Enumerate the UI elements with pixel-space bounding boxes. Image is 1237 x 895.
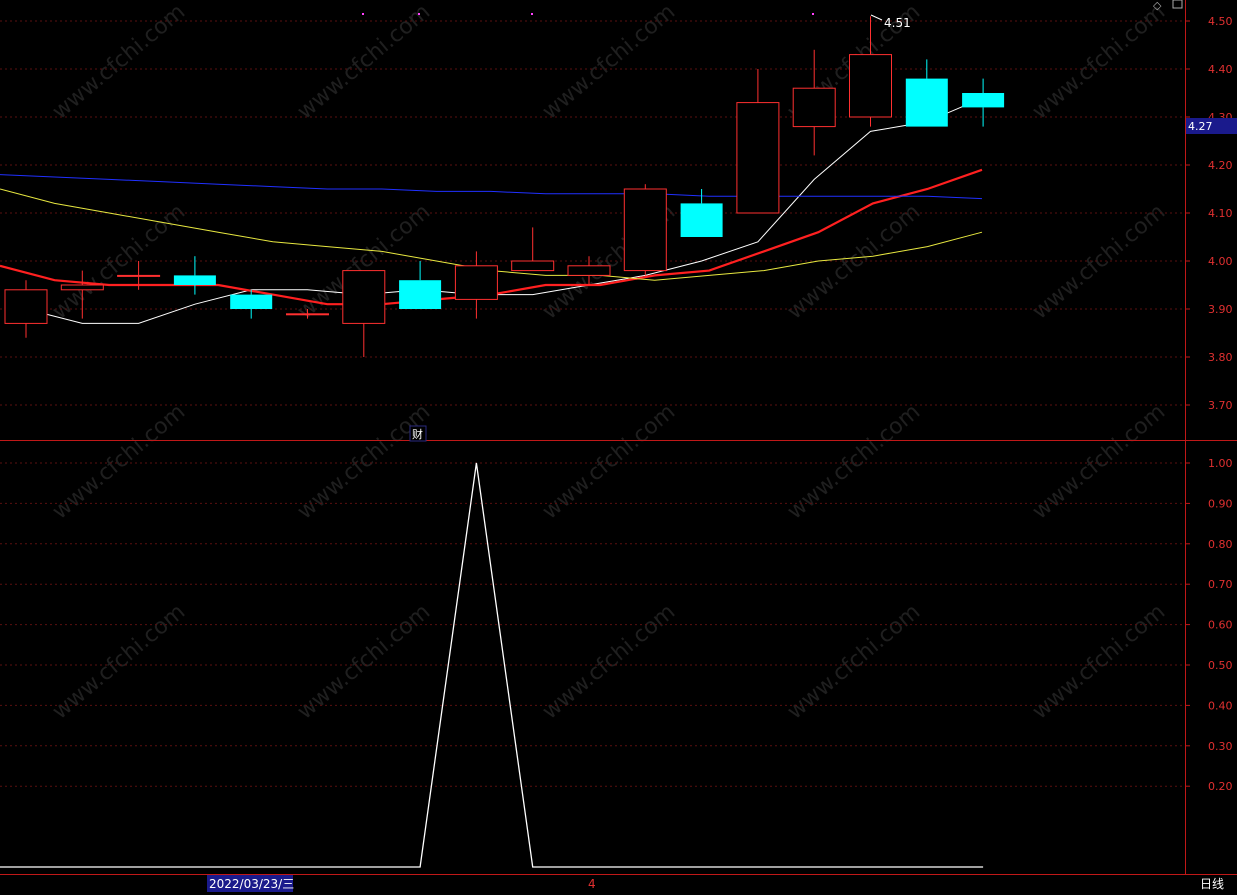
watermark-text: www.cfchi.com bbox=[293, 399, 435, 524]
candle-body bbox=[905, 78, 948, 127]
max-price-label: 4.51 bbox=[884, 16, 911, 30]
watermark-text: www.cfchi.com bbox=[783, 599, 925, 724]
candle[interactable] bbox=[342, 270, 386, 357]
price-tick-label: 3.90 bbox=[1208, 303, 1233, 316]
moving-average-line bbox=[0, 174, 983, 200]
cursor-label: 4 bbox=[588, 877, 596, 891]
candle-body bbox=[60, 284, 104, 291]
candle-body bbox=[454, 265, 498, 300]
watermark-text: www.cfchi.com bbox=[538, 599, 680, 724]
price-tick-label: 4.10 bbox=[1208, 207, 1233, 220]
price-tick-label: 3.70 bbox=[1208, 399, 1233, 412]
indicator-tick-label: 0.80 bbox=[1208, 538, 1233, 551]
candle-body bbox=[117, 274, 161, 277]
watermark-layer: www.cfchi.com www.cfchi.com www.cfchi.com w… bbox=[48, 0, 1170, 725]
price-tick-label: 4.50 bbox=[1208, 15, 1233, 28]
candle-body bbox=[342, 270, 386, 324]
candle-body bbox=[173, 275, 216, 285]
candlesticks[interactable] bbox=[4, 16, 1005, 357]
watermark-text: www.cfchi.com bbox=[48, 399, 190, 524]
price-tick-label: 3.80 bbox=[1208, 351, 1233, 364]
candle-body bbox=[567, 265, 611, 276]
indicator-tick-label: 0.50 bbox=[1208, 659, 1233, 672]
watermark-text: www.cfchi.com bbox=[783, 399, 925, 524]
indicator-tick-label: 0.60 bbox=[1208, 619, 1233, 632]
watermark-text: www.cfchi.com bbox=[48, 199, 190, 324]
candle[interactable] bbox=[399, 261, 442, 309]
candle[interactable] bbox=[962, 78, 1005, 127]
indicator-tick-label: 0.70 bbox=[1208, 578, 1233, 591]
watermark-text: www.cfchi.com bbox=[48, 599, 190, 724]
price-tick-label: 4.40 bbox=[1208, 63, 1233, 76]
period-label[interactable]: 日线 bbox=[1200, 877, 1224, 891]
candle-body bbox=[736, 102, 780, 214]
candle[interactable] bbox=[4, 280, 48, 338]
candle-body bbox=[623, 188, 667, 272]
candle[interactable] bbox=[173, 256, 216, 295]
indicator-tick-label: 0.40 bbox=[1208, 699, 1233, 712]
watermark-text: www.cfchi.com bbox=[538, 399, 680, 524]
watermark-text: www.cfchi.com bbox=[1028, 599, 1170, 724]
indicator-tick-label: 1.00 bbox=[1208, 457, 1233, 470]
price-tick-label: 4.20 bbox=[1208, 159, 1233, 172]
finance-marker[interactable]: 财 bbox=[412, 427, 423, 441]
indicator-tick-label: 0.90 bbox=[1208, 497, 1233, 510]
watermark-text: www.cfchi.com bbox=[1028, 399, 1170, 524]
watermark-text: www.cfchi.com bbox=[293, 0, 435, 125]
stock-chart[interactable]: www.cfchi.com www.cfchi.com www.cfchi.com w… bbox=[0, 0, 1237, 895]
diamond-icon[interactable]: ◇ bbox=[1153, 0, 1162, 12]
max-pointer bbox=[870, 14, 883, 21]
watermark-text: www.cfchi.com bbox=[538, 0, 680, 125]
watermark-text: www.cfchi.com bbox=[1028, 199, 1170, 324]
window-icon[interactable] bbox=[1172, 0, 1183, 9]
candle-body bbox=[399, 280, 442, 309]
candle-body bbox=[962, 93, 1005, 108]
watermark-text: www.cfchi.com bbox=[293, 599, 435, 724]
candle-body bbox=[230, 294, 273, 309]
current-price-label: 4.27 bbox=[1188, 120, 1213, 133]
candle-body bbox=[4, 289, 48, 324]
indicator-tick-label: 0.30 bbox=[1208, 740, 1233, 753]
candle[interactable] bbox=[511, 227, 555, 272]
candle[interactable] bbox=[736, 69, 780, 214]
price-tick-label: 4.00 bbox=[1208, 255, 1233, 268]
candle-body bbox=[511, 260, 555, 272]
watermark-text: www.cfchi.com bbox=[783, 199, 925, 324]
watermark-text: www.cfchi.com bbox=[48, 0, 190, 125]
date-label: 2022/03/23/三 bbox=[209, 877, 294, 891]
candle-body bbox=[286, 313, 329, 316]
candle-body bbox=[792, 87, 836, 128]
indicator-tick-label: 0.20 bbox=[1208, 780, 1233, 793]
candle-body bbox=[680, 203, 723, 237]
watermark-text: www.cfchi.com bbox=[1028, 0, 1170, 125]
candle-body bbox=[849, 54, 892, 118]
candle[interactable] bbox=[623, 184, 667, 276]
